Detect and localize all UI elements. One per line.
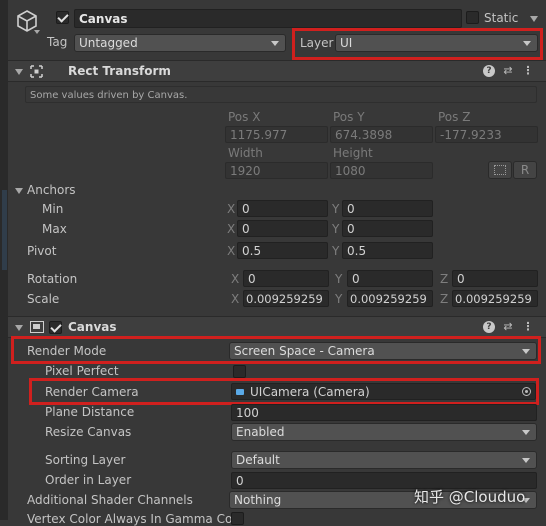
rotation-y-field[interactable]: 0 [347,270,433,287]
preset-settings-icon[interactable]: ⇄ [502,65,514,77]
render-camera-highlight-box [29,378,539,405]
max-x-field[interactable]: 0 [237,220,328,237]
resize-canvas-value: Enabled [236,425,285,439]
scale-y-field[interactable]: 0.009259259 [347,290,433,307]
raw-edit-label: R [520,163,530,177]
more-options-icon[interactable]: ⋮ [522,65,534,77]
tag-label: Tag [47,35,68,49]
pos-z-field: -177.9233 [435,126,538,143]
left-edge-strip [0,0,8,520]
pos-y-field: 674.3898 [330,126,433,143]
order-in-layer-label: Order in Layer [45,473,132,487]
scale-label: Scale [27,292,60,306]
object-name-field[interactable]: Canvas [74,9,462,28]
height-field: 1080 [330,162,433,179]
rotation-label: Rotation [27,272,78,286]
min-x-axis-label: X [227,202,236,216]
pixel-perfect-checkbox[interactable] [233,365,246,378]
static-checkbox[interactable] [466,11,479,24]
pivot-y-axis-label: Y [332,244,340,258]
icon-dropdown-icon[interactable] [34,30,40,34]
rotation-z-field[interactable]: 0 [452,270,538,287]
scale-z-field[interactable]: 0.009259259 [452,290,538,307]
scale-z-axis-label: Z [440,292,449,306]
collapse-triangle-icon[interactable] [15,325,23,331]
canvas-component-header[interactable]: Canvas ? ⇄ ⋮ [8,316,546,338]
scale-x-axis-label: X [231,292,240,306]
render-mode-highlight-box [11,336,541,364]
rect-transform-title: Rect Transform [68,64,171,78]
shader-channels-label: Additional Shader Channels [27,493,193,507]
pivot-x-axis-label: X [227,244,236,258]
resize-canvas-dropdown[interactable]: Enabled [231,423,537,441]
chevron-down-icon [522,430,530,435]
vertex-color-checkbox[interactable] [231,512,244,525]
pixel-perfect-label: Pixel Perfect [45,364,119,378]
shader-channels-value: Nothing [234,493,282,507]
min-y-axis-label: Y [332,202,340,216]
min-label: Min [42,202,64,216]
sorting-layer-value: Default [236,453,280,467]
blueprint-icon [494,165,506,175]
driven-info-box: Some values driven by Canvas. [25,86,537,103]
sorting-layer-dropdown[interactable]: Default [231,451,537,469]
plane-distance-label: Plane Distance [45,405,135,419]
rect-transform-icon [30,65,43,78]
raw-edit-button[interactable]: R [513,161,537,179]
chevron-down-icon [522,458,530,463]
pivot-y-field[interactable]: 0.5 [342,242,433,259]
min-y-field[interactable]: 0 [342,200,433,217]
rot-y-axis-label: Y [335,272,343,286]
active-checkbox[interactable] [56,11,69,24]
max-x-axis-label: X [227,222,236,236]
pivot-x-field[interactable]: 0.5 [237,242,328,259]
rot-z-axis-label: Z [440,272,449,286]
anchors-label: Anchors [27,183,76,197]
min-x-field[interactable]: 0 [237,200,328,217]
width-field: 1920 [225,162,328,179]
static-label: Static [484,11,519,25]
height-label: Height [333,146,373,160]
plane-distance-field[interactable]: 100 [231,404,537,421]
max-y-field[interactable]: 0 [342,220,433,237]
tag-dropdown[interactable]: Untagged [74,34,286,52]
canvas-enabled-checkbox[interactable] [49,321,62,334]
canvas-title: Canvas [68,320,117,334]
watermark-text: 知乎 @Clouduo [414,488,526,506]
tag-value: Untagged [79,36,138,50]
rotation-x-field[interactable]: 0 [243,270,329,287]
help-icon[interactable]: ? [483,65,495,77]
preset-settings-icon[interactable]: ⇄ [502,321,514,333]
max-label: Max [42,222,67,236]
canvas-component-icon [30,321,44,333]
layer-highlight-box [292,28,543,60]
resize-canvas-label: Resize Canvas [45,425,132,439]
help-icon[interactable]: ? [483,321,495,333]
chevron-down-icon [271,41,279,46]
collapse-triangle-icon[interactable] [15,69,23,75]
rect-transform-header[interactable]: Rect Transform ? ⇄ ⋮ [8,60,546,82]
scale-y-axis-label: Y [335,292,343,306]
blueprint-mode-button[interactable] [488,161,512,179]
pivot-label: Pivot [27,244,57,258]
more-options-icon[interactable]: ⋮ [522,321,534,333]
pos-z-label: Pos Z [438,110,471,124]
pos-y-label: Pos Y [333,110,365,124]
pos-x-label: Pos X [228,110,261,124]
vertex-color-label: Vertex Color Always In Gamma Colo [27,512,243,526]
rot-x-axis-label: X [231,272,240,286]
width-label: Width [228,146,263,160]
pos-x-field: 1175.977 [225,126,328,143]
max-y-axis-label: Y [332,222,340,236]
scale-x-field[interactable]: 0.009259259 [243,290,329,307]
static-dropdown-icon[interactable] [530,16,538,22]
sorting-layer-label: Sorting Layer [45,453,126,467]
anchors-foldout-icon[interactable] [15,188,23,194]
